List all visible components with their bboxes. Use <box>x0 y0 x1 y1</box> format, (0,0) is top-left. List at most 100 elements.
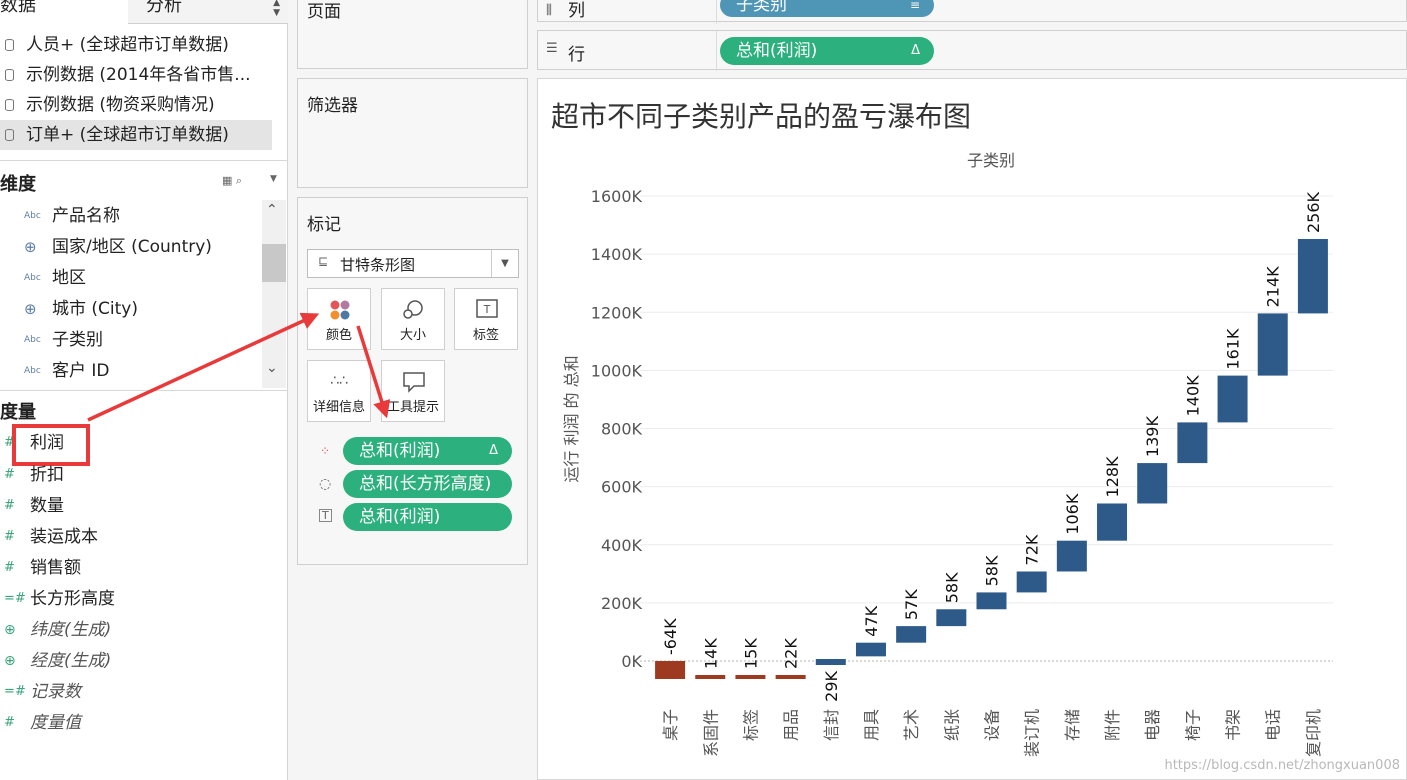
divider <box>0 160 288 161</box>
columns-pill[interactable]: 子类别 ≡ <box>720 0 934 17</box>
field-label: 折扣 <box>30 465 64 485</box>
bars: -64K 14K 15K 22K 29K 47K 57K 58K 58K 72K 106K 128K 1… <box>655 191 1328 702</box>
bar <box>896 626 927 643</box>
measures-header: 度量 <box>0 402 36 423</box>
bar <box>1297 239 1328 314</box>
color-label: 颜色 <box>325 328 352 343</box>
x-tick-label: 信封 <box>822 709 841 741</box>
view-toggle-icon[interactable]: ▦ ⌕ <box>222 174 242 188</box>
field-label: 地区 <box>52 268 86 288</box>
string-type-icon: Abc <box>24 366 41 376</box>
dimension-field[interactable]: Abc 地区 <box>0 263 262 293</box>
rows-icon: ☰ <box>546 41 558 56</box>
measure-field[interactable]: =# 长方形高度 <box>0 584 262 614</box>
columns-label: 列 <box>568 1 585 21</box>
dimension-field[interactable]: Abc 客户 ID <box>0 356 262 386</box>
x-axis-ticks: 桌子 系固件 标签 用品 信封 用具 艺术 纸张 设备 装订机 存储 附件 电器 椅子 书架 电话 复印机 <box>661 709 1323 757</box>
delta-icon: Δ <box>489 443 498 458</box>
rows-pill[interactable]: 总和(利润) Δ <box>720 37 934 65</box>
datasource-item[interactable]: 人员+ (全球超市订单数据) <box>0 30 272 60</box>
rows-shelf[interactable]: ☰ 行 总和(利润) Δ <box>537 30 1407 71</box>
y-axis-ticks: 0K 200K 400K 600K 800K 1000K 1200K 1400K 1600K <box>591 187 643 671</box>
field-label: 数量 <box>30 496 64 516</box>
string-type-icon: Abc <box>24 273 41 283</box>
marks-pill-color[interactable]: 总和(利润) Δ <box>343 437 512 465</box>
calculated-number-icon: =# <box>4 591 26 606</box>
data-label: 58K <box>942 572 961 603</box>
tooltip-button[interactable]: 工具提示 <box>381 360 445 422</box>
size-label: 大小 <box>399 328 426 343</box>
pages-shelf[interactable]: 页面 <box>297 0 528 69</box>
filters-shelf[interactable]: 筛选器 <box>297 78 528 188</box>
chart-view: 超市不同子类别产品的盈亏瀑布图 子类别 运行 利润 的 总和 0K 200K 400… <box>537 78 1407 780</box>
globe-icon: ⊕ <box>4 653 16 669</box>
field-label: 子类别 <box>52 330 103 350</box>
pill-label: 总和(长方形高度) <box>359 474 492 494</box>
measure-field[interactable]: # 装运成本 <box>0 522 262 552</box>
datasource-label: 订单+ (全球超市订单数据) <box>26 125 229 145</box>
field-label: 客户 ID <box>52 361 110 381</box>
datasource-item[interactable]: 示例数据 (2014年各省市售... <box>0 60 272 90</box>
x-tick-label: 系固件 <box>701 709 720 757</box>
data-label: 14K <box>701 638 720 669</box>
scroll-thumb[interactable] <box>262 244 286 282</box>
measure-field[interactable]: # 销售额 <box>0 553 262 583</box>
measure-field[interactable]: ⊕ 经度(生成) <box>0 646 262 676</box>
scroll-up-icon[interactable]: ⌃ <box>266 202 278 218</box>
svg-text:T: T <box>483 303 491 316</box>
bar <box>815 659 846 665</box>
color-button[interactable]: 颜色 <box>307 288 371 350</box>
y-tick-label: 1200K <box>591 303 643 322</box>
dimensions-menu-icon[interactable]: ▼ <box>270 174 277 184</box>
measure-field[interactable]: # 度量值 <box>0 708 262 738</box>
measure-field[interactable]: =# 记录数 <box>0 677 262 707</box>
database-icon <box>5 69 14 81</box>
datasource-item-selected[interactable]: 订单+ (全球超市订单数据) <box>0 120 272 150</box>
color-dots-icon: ⁘ <box>320 444 331 458</box>
data-label: 72K <box>1023 534 1042 565</box>
detail-button[interactable]: ∴∴ 详细信息 <box>307 360 371 422</box>
marks-pill-label[interactable]: 总和(利润) <box>343 503 512 531</box>
bar <box>1257 313 1288 376</box>
measure-field[interactable]: # 折扣 <box>0 460 262 490</box>
dimension-field[interactable]: ⊕ 城市 (City) <box>0 294 262 324</box>
y-tick-label: 400K <box>601 536 643 555</box>
x-tick-label: 装订机 <box>1023 709 1042 757</box>
chevron-down-icon[interactable]: ▼ <box>491 250 518 277</box>
field-label: 销售额 <box>30 558 81 578</box>
x-tick-label: 标签 <box>741 709 760 741</box>
x-tick-label: 用品 <box>782 709 801 741</box>
data-pane: 数据 分析 ▲ ▼ 人员+ (全球超市订单数据) 示例数据 (2014年各省市售.… <box>0 0 288 780</box>
label-icon: T <box>319 509 332 522</box>
data-label: 47K <box>862 605 881 636</box>
label-label: 标签 <box>472 328 499 343</box>
dimension-field[interactable]: Abc 子类别 <box>0 325 262 355</box>
measure-field[interactable]: # 数量 <box>0 491 262 521</box>
measure-field[interactable]: ⊕ 纬度(生成) <box>0 615 262 645</box>
data-label: 256K <box>1304 191 1323 233</box>
tab-data[interactable]: 数据 <box>0 0 128 24</box>
bar <box>1097 503 1128 541</box>
datasource-item[interactable]: 示例数据 (物资采购情况) <box>0 90 272 120</box>
bar <box>695 675 726 679</box>
globe-icon: ⊕ <box>24 300 37 318</box>
dimension-field[interactable]: ⊕ 国家/地区 (Country) <box>0 232 262 262</box>
dimension-field[interactable]: Abc 产品名称 <box>0 201 262 231</box>
marks-pill-size[interactable]: 总和(长方形高度) <box>343 470 512 498</box>
scroll-down-icon[interactable]: ⌄ <box>266 360 278 376</box>
size-icon: ◌ <box>319 476 332 492</box>
label-button[interactable]: T 标签 <box>454 288 518 350</box>
columns-shelf[interactable]: ⫼ 列 子类别 ≡ <box>537 0 1407 24</box>
tab-analysis[interactable]: 分析 <box>146 0 182 18</box>
size-button[interactable]: 大小 <box>381 288 445 350</box>
number-type-icon: # <box>4 715 15 730</box>
pill-label: 总和(利润) <box>359 507 441 527</box>
database-icon <box>5 39 14 51</box>
mark-type-dropdown[interactable]: ⊑ 甘特条形图 ▼ <box>307 249 519 278</box>
bar <box>976 592 1007 610</box>
marks-label: 标记 <box>307 215 341 235</box>
bar <box>1217 375 1248 423</box>
datasource-label: 人员+ (全球超市订单数据) <box>26 35 229 55</box>
tab-dropdown-icon[interactable]: ▲ ▼ <box>273 0 280 18</box>
dimensions-scrollbar[interactable]: ⌃ ⌄ <box>262 200 286 388</box>
